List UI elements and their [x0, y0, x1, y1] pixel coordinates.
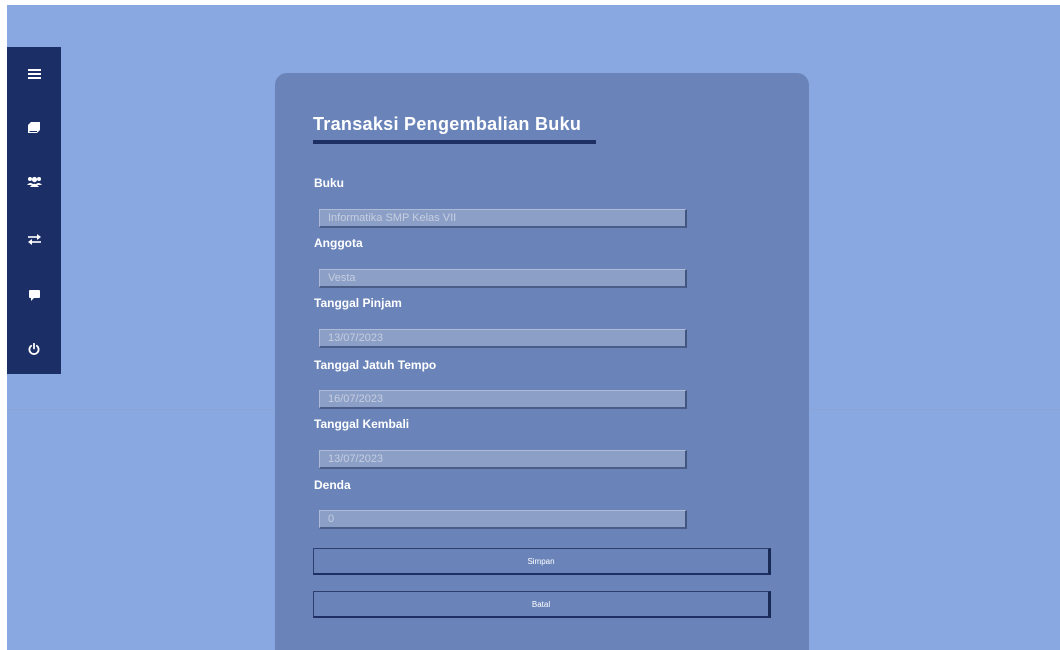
anggota-label: Anggota	[314, 236, 363, 250]
save-button[interactable]: Simpan	[313, 548, 771, 575]
app-viewport: Transaksi Pengembalian Buku Buku Anggota…	[7, 5, 1060, 650]
sidebar-item-menu[interactable]	[7, 56, 61, 92]
buku-input[interactable]	[319, 209, 687, 228]
users-icon	[26, 176, 42, 187]
menu-icon	[27, 69, 41, 79]
exchange-icon	[27, 233, 41, 245]
comment-icon	[28, 289, 40, 301]
title-underline	[313, 140, 596, 144]
power-icon	[28, 343, 40, 355]
buku-label: Buku	[314, 176, 344, 190]
tanggal-pinjam-input[interactable]	[319, 329, 687, 348]
tanggal-kembali-label: Tanggal Kembali	[314, 417, 410, 431]
return-form-card: Transaksi Pengembalian Buku Buku Anggota…	[275, 73, 809, 650]
denda-label: Denda	[314, 478, 351, 492]
sidebar-item-messages[interactable]	[7, 277, 61, 313]
sidebar-item-books[interactable]	[7, 109, 61, 145]
tanggal-kembali-input[interactable]	[319, 450, 687, 469]
sidebar	[7, 47, 61, 374]
page-title: Transaksi Pengembalian Buku	[313, 114, 582, 134]
tanggal-jatuh-tempo-input[interactable]	[319, 390, 687, 409]
sidebar-item-logout[interactable]	[7, 331, 61, 367]
tanggal-pinjam-label: Tanggal Pinjam	[314, 296, 402, 310]
tanggal-jatuh-tempo-label: Tanggal Jatuh Tempo	[314, 358, 437, 372]
denda-input[interactable]	[319, 510, 687, 529]
book-icon	[28, 121, 40, 133]
sidebar-item-transactions[interactable]	[7, 221, 61, 257]
sidebar-item-members[interactable]	[7, 163, 61, 199]
cancel-button[interactable]: Batal	[313, 591, 771, 618]
anggota-input[interactable]	[319, 269, 687, 288]
